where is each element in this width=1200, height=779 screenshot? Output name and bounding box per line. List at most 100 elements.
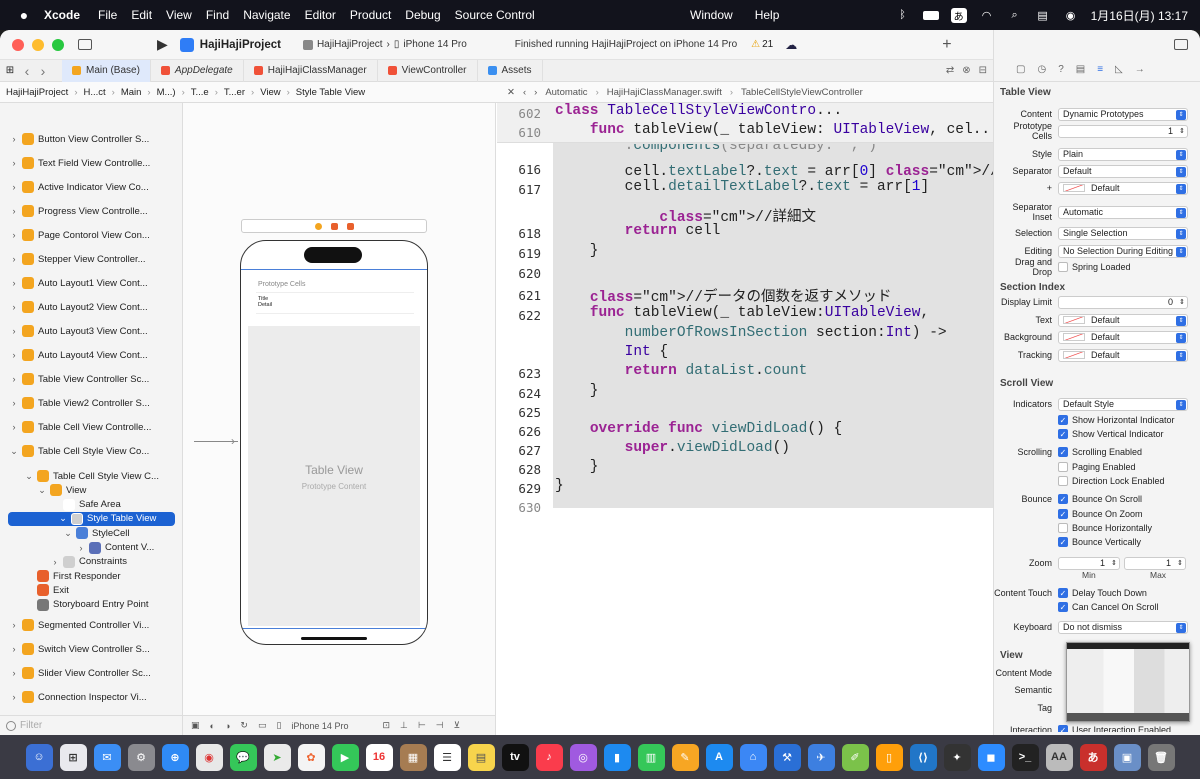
- outline-item[interactable]: First Responder: [0, 569, 183, 583]
- code-line[interactable]: class="cm">//データの個数を返すメソッド: [555, 285, 892, 306]
- outline-item[interactable]: › Table View2 Controller S...: [0, 391, 183, 415]
- outline-item[interactable]: › Active Indicator View Co...: [0, 175, 183, 199]
- jump-bar-item[interactable]: Main: [121, 87, 142, 98]
- mail-icon[interactable]: ✉: [93, 743, 121, 771]
- outline-item[interactable]: › Slider View Controller Sc...: [0, 661, 183, 685]
- battery-icon[interactable]: [922, 8, 939, 22]
- editor-tab[interactable]: AppDelegate: [151, 59, 244, 82]
- number-field[interactable]: 0 ⇕: [1058, 295, 1188, 309]
- warning-icon[interactable]: ⚠: [751, 39, 760, 50]
- stepper-icon[interactable]: ⇕: [1179, 127, 1185, 135]
- update-frames-icon[interactable]: ⊡: [382, 720, 390, 731]
- terminal-icon[interactable]: >_: [1011, 743, 1039, 771]
- grid-icon[interactable]: ⊞: [0, 65, 20, 76]
- menu-product[interactable]: Product: [350, 8, 391, 22]
- outline-item[interactable]: › Auto Layout4 View Cont...: [0, 343, 183, 367]
- checkbox[interactable]: ✓: [1058, 429, 1068, 439]
- number-field[interactable]: 1 ⇕: [1124, 556, 1186, 570]
- inspector-popup[interactable]: Default ⇕: [1058, 164, 1188, 178]
- editor-tab[interactable]: Assets: [478, 59, 543, 82]
- chevron-right-icon[interactable]: ›: [6, 398, 22, 408]
- outline-item[interactable]: › Content V...: [0, 541, 183, 555]
- launchpad-icon[interactable]: ⊞: [59, 743, 87, 771]
- chevron-right-icon[interactable]: ›: [47, 557, 63, 567]
- tv-icon[interactable]: tv: [501, 743, 529, 771]
- maps-icon[interactable]: ➤: [263, 743, 291, 771]
- zoom-app-icon[interactable]: ◼: [977, 743, 1005, 771]
- chevron-right-icon[interactable]: ›: [6, 158, 22, 168]
- outline-item[interactable]: ⌄ Style Table View: [8, 511, 175, 526]
- editor-tab[interactable]: HajiHajiClassManager: [244, 59, 378, 82]
- siri-icon[interactable]: ◉: [1063, 8, 1079, 22]
- music-icon[interactable]: ♪: [535, 743, 563, 771]
- checkbox[interactable]: ✓: [1058, 537, 1068, 547]
- numbers-icon[interactable]: ▥: [637, 743, 665, 771]
- inspector-popup[interactable]: Default ⇕: [1058, 181, 1188, 195]
- input-source-icon[interactable]: あ: [950, 7, 967, 23]
- code-line[interactable]: Int {: [555, 344, 669, 360]
- zoom-window-button[interactable]: [52, 38, 64, 51]
- chevron-right-icon[interactable]: ›: [6, 206, 22, 216]
- menu-file[interactable]: File: [98, 8, 117, 22]
- chevron-down-icon[interactable]: ⌄: [60, 528, 76, 539]
- jump-bar-item[interactable]: TableCellStyleViewController: [741, 87, 863, 98]
- control-center-icon[interactable]: ▤: [1035, 8, 1051, 22]
- add-constraints-icon[interactable]: ⊢: [418, 720, 426, 731]
- embed-in-icon[interactable]: ⊻: [454, 720, 461, 731]
- facetime-icon[interactable]: ▶: [331, 743, 359, 771]
- checkbox-label[interactable]: Bounce Horizontally: [1072, 523, 1152, 533]
- exit-icon[interactable]: [346, 222, 354, 230]
- outline-item[interactable]: ⌄ Table Cell Style View C...: [0, 469, 183, 483]
- checkbox[interactable]: ✓: [1058, 725, 1068, 732]
- menu-edit[interactable]: Edit: [131, 8, 152, 22]
- outline-item[interactable]: › Connection Inspector Vi...: [0, 685, 183, 709]
- inspector-popup[interactable]: Plain ⇕: [1058, 147, 1188, 161]
- checkbox-label[interactable]: User Interaction Enabled: [1072, 725, 1171, 732]
- notes-icon[interactable]: ▤: [467, 743, 495, 771]
- checkbox-label[interactable]: Bounce On Zoom: [1072, 509, 1143, 519]
- jump-bar-item[interactable]: Automatic: [545, 87, 587, 98]
- checkbox[interactable]: ✓: [1058, 602, 1068, 612]
- checkbox[interactable]: ✓: [1058, 494, 1068, 504]
- checkbox-label[interactable]: Show Vertical Indicator: [1072, 429, 1164, 439]
- number-field[interactable]: 1 ⇕: [1058, 124, 1188, 138]
- trash-icon[interactable]: 🗑: [1147, 743, 1175, 771]
- chevron-right-icon[interactable]: ›: [6, 374, 22, 384]
- outline-item[interactable]: ⌄ View: [0, 483, 183, 497]
- outline-item[interactable]: › Segmented Controller Vi...: [0, 613, 183, 637]
- chevron-right-icon[interactable]: ›: [6, 182, 22, 192]
- sidebar-toggle-icon[interactable]: [78, 39, 92, 50]
- wifi-icon[interactable]: ◠: [979, 8, 995, 22]
- code-line[interactable]: cell.textLabel?.text = arr[0] class="cm"…: [555, 159, 1057, 180]
- resolve-issues-icon[interactable]: ⊣: [436, 720, 444, 731]
- number-field[interactable]: 1 ⇕: [1058, 556, 1120, 570]
- minimize-window-button[interactable]: [32, 38, 44, 51]
- code-line[interactable]: return cell: [555, 223, 721, 239]
- close-window-button[interactable]: [12, 38, 24, 51]
- outline-item[interactable]: › Table Cell View Controlle...: [0, 415, 183, 439]
- warning-count[interactable]: 21: [762, 39, 773, 50]
- chevron-right-icon[interactable]: ›: [6, 326, 22, 336]
- chevron-right-icon[interactable]: ›: [6, 254, 22, 264]
- calendar-icon[interactable]: 16: [365, 743, 393, 771]
- menu-help[interactable]: Help: [755, 8, 780, 22]
- editor-tab[interactable]: Main (Base): [62, 59, 151, 82]
- chevron-right-icon[interactable]: ›: [6, 134, 22, 144]
- outline-item[interactable]: › Auto Layout2 View Cont...: [0, 295, 183, 319]
- inspector-popup[interactable]: Do not dismiss ⇕: [1058, 620, 1188, 634]
- outline-item[interactable]: › Button View Controller S...: [0, 127, 183, 151]
- quick-help-icon[interactable]: ?: [1058, 64, 1064, 75]
- code-line[interactable]: class TableCellStyleViewContro...: [555, 103, 842, 119]
- checkbox[interactable]: ✓: [1058, 588, 1068, 598]
- apple-menu-icon[interactable]: ●: [16, 7, 32, 23]
- app-menu[interactable]: Xcode: [44, 8, 80, 22]
- view-controller-icon[interactable]: [314, 222, 322, 230]
- code-line[interactable]: override func viewDidLoad() {: [555, 421, 842, 437]
- forward-arrow-icon[interactable]: ›: [534, 87, 537, 98]
- code-line[interactable]: func tableView(_ tableView:UITableView,: [555, 305, 929, 321]
- finder-icon[interactable]: ☺: [25, 743, 53, 771]
- xcode-helper-icon[interactable]: ⌂: [739, 743, 767, 771]
- chevron-right-icon[interactable]: ›: [6, 302, 22, 312]
- stepper-icon[interactable]: ⇕: [1177, 559, 1183, 567]
- inspector-popup[interactable]: Default ⇕: [1058, 330, 1188, 344]
